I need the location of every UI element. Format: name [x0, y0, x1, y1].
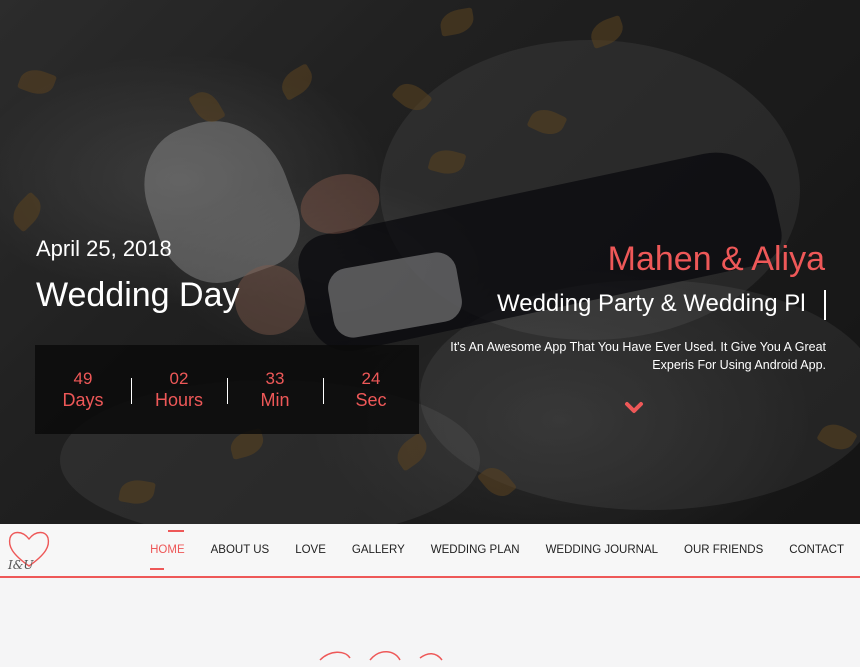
hero-description: It's An Awesome App That You Have Ever U… — [446, 338, 826, 374]
nav-item-about-us[interactable]: ABOUT US — [211, 544, 270, 556]
countdown-value: 02 — [169, 368, 189, 388]
wedding-date: April 25, 2018 — [36, 236, 172, 261]
description-line: Experis For Using Android App. — [652, 358, 826, 372]
countdown-label: Hours — [154, 389, 203, 410]
countdown-value: 24 — [361, 368, 381, 388]
countdown-label: Days — [62, 389, 104, 410]
nav-item-our-friends[interactable]: OUR FRIENDS — [684, 544, 763, 556]
heart-logo-icon[interactable]: I&U — [4, 526, 54, 572]
nav-item-contact[interactable]: CONTACT — [789, 544, 844, 556]
countdown-label: Min — [260, 389, 290, 410]
chevron-down-icon[interactable] — [624, 400, 644, 416]
logo-text: I&U — [7, 558, 34, 572]
nav-menu: HOME ABOUT US LOVE GALLERY WEDDING PLAN … — [124, 524, 844, 576]
nav-item-love[interactable]: LOVE — [295, 544, 326, 556]
countdown-value: 49 — [73, 368, 93, 388]
hero-banner: April 25, 2018 Wedding Day 49 Days 02 Ho… — [0, 0, 860, 524]
countdown-timer: 49 Days 02 Hours 33 Min 24 Sec — [35, 345, 419, 434]
typing-caret — [824, 290, 826, 320]
nav-item-gallery[interactable]: GALLERY — [352, 544, 405, 556]
countdown-days: 49 Days — [35, 345, 131, 434]
typed-subtitle: Wedding Party & Wedding Pl — [497, 290, 806, 317]
main-navigation: I&U HOME ABOUT US LOVE GALLERY WEDDING P… — [0, 524, 860, 578]
couple-names: Mahen & Aliya — [607, 240, 825, 278]
countdown-minutes: 33 Min — [227, 345, 323, 434]
nav-item-wedding-journal[interactable]: WEDDING JOURNAL — [546, 544, 658, 556]
countdown-seconds: 24 Sec — [323, 345, 419, 434]
nav-item-wedding-plan[interactable]: WEDDING PLAN — [431, 544, 520, 556]
nav-item-home[interactable]: HOME — [150, 530, 185, 570]
description-line: It's An Awesome App That You Have Ever U… — [450, 340, 826, 354]
countdown-hours: 02 Hours — [131, 345, 227, 434]
countdown-label: Sec — [355, 389, 387, 410]
countdown-value: 33 — [265, 368, 285, 388]
event-title: Wedding Day — [36, 276, 240, 314]
